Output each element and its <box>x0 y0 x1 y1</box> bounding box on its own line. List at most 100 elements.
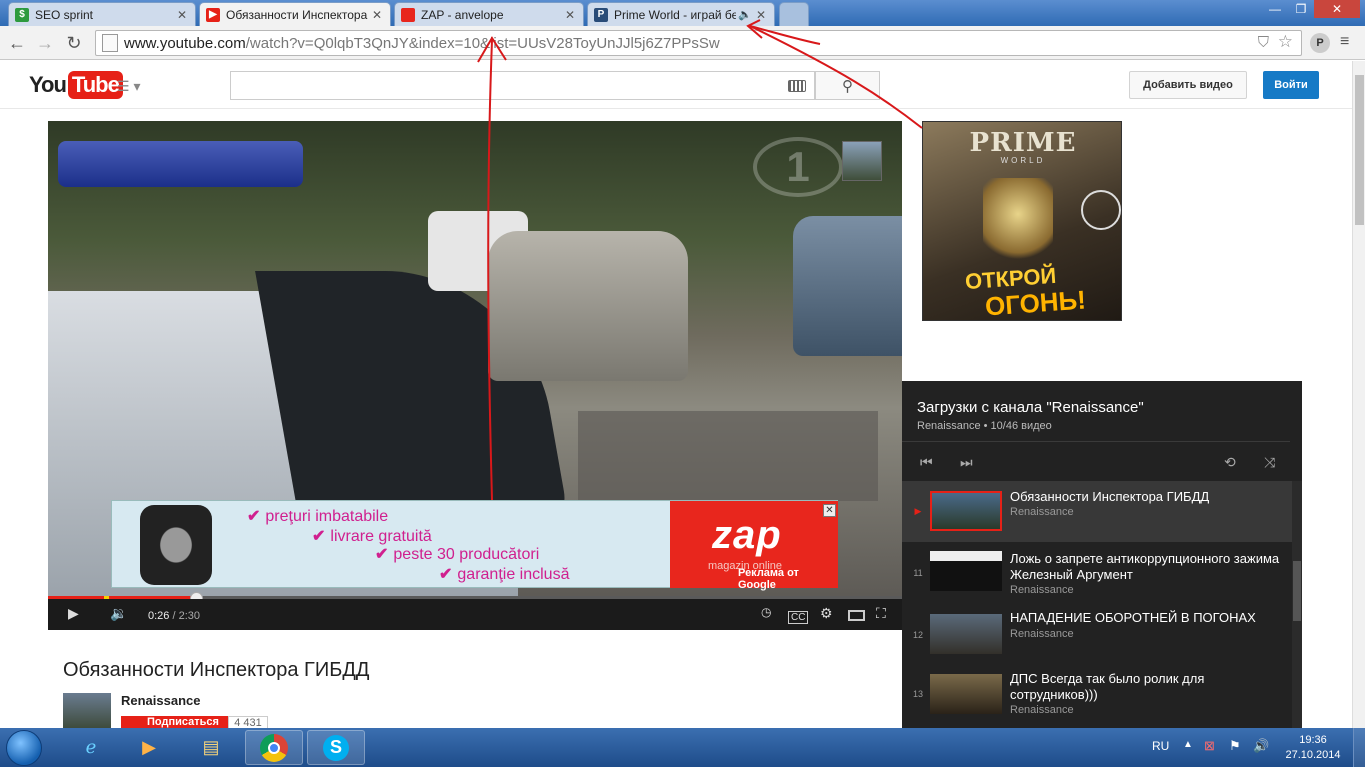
playlist-scrollbar-thumb[interactable] <box>1293 561 1301 621</box>
search-button[interactable]: ⚲ <box>815 71 880 100</box>
close-icon[interactable]: ✕ <box>563 8 577 22</box>
channel-name[interactable]: Renaissance <box>121 693 201 708</box>
channel-avatar[interactable] <box>63 693 111 729</box>
tab-seo-sprint[interactable]: $ SEO sprint ✕ <box>8 2 196 26</box>
ad-close-button[interactable]: ✕ <box>823 504 836 517</box>
forward-button[interactable]: → <box>34 32 56 54</box>
playlist-item[interactable]: ▶ Обязанности Инспектора ГИБДД Renaissan… <box>902 481 1292 542</box>
tab-youtube[interactable]: ▶ Обязанности Инспектора ✕ <box>199 2 391 26</box>
ad-cta-line: ОГОНЬ! <box>984 284 1087 321</box>
close-icon[interactable]: ✕ <box>754 8 768 22</box>
close-icon[interactable]: ✕ <box>175 8 189 22</box>
tab-prime-world[interactable]: P Prime World - играй бе 🔈 ✕ <box>587 2 775 26</box>
guide-menu-icon[interactable]: ☰ ▾ <box>117 78 140 95</box>
playlist-panel: Загрузки с канала "Renaissance" Renaissa… <box>902 381 1302 730</box>
video-thumbnail <box>930 491 1002 531</box>
reload-button[interactable]: ↻ <box>63 32 85 54</box>
ad-line: garanţie inclusă <box>457 566 570 583</box>
minimize-button[interactable]: — <box>1262 0 1288 18</box>
menu-icon[interactable]: ≡ <box>1340 33 1349 51</box>
playlist-item-title: Ложь о запрете антикоррупционного зажима… <box>1010 551 1280 582</box>
crosshair-icon <box>1081 190 1121 230</box>
page-scrollbar[interactable] <box>1352 61 1365 728</box>
playlist-title[interactable]: Загрузки с канала "Renaissance" <box>917 399 1144 416</box>
page-icon <box>102 34 118 52</box>
back-button[interactable]: ← <box>6 32 28 54</box>
play-icon[interactable]: ▶ <box>68 605 79 622</box>
action-center-icon[interactable]: ⚑ <box>1229 738 1241 754</box>
network-icon[interactable]: ⊠ <box>1204 738 1215 754</box>
page-scrollbar-thumb[interactable] <box>1355 75 1364 225</box>
next-icon[interactable]: ⏭ <box>960 454 973 471</box>
maximize-button[interactable]: ❐ <box>1288 0 1314 18</box>
shuffle-icon[interactable]: ⤨ <box>1264 454 1275 471</box>
video-thumbnail <box>930 551 1002 591</box>
playlist-item[interactable]: 11 Ложь о запрете антикоррупционного заж… <box>902 543 1292 604</box>
tire-image <box>140 505 212 585</box>
playlist-item[interactable]: 13 ДПС Всегда так было ролик для сотрудн… <box>902 668 1292 729</box>
watch-later-icon[interactable]: ◷ <box>761 605 771 619</box>
close-icon[interactable]: ✕ <box>370 8 384 22</box>
clock-time: 19:36 <box>1299 734 1327 746</box>
chrome-icon[interactable] <box>245 730 303 765</box>
explorer-folder-icon[interactable]: ▤ <box>182 730 240 765</box>
playlist-scrollbar[interactable] <box>1292 481 1302 730</box>
sign-in-button[interactable]: Войти <box>1263 71 1319 99</box>
extension-icon[interactable]: P <box>1310 33 1330 53</box>
playlist-item-channel: Renaissance <box>1010 506 1074 518</box>
clock-date: 27.10.2014 <box>1285 749 1341 761</box>
ad-brand-panel[interactable]: zap magazin online Реклама от Google <box>670 501 838 591</box>
internet-explorer-icon[interactable]: ℯ <box>62 730 120 765</box>
prime-world-ad[interactable]: PRIME WORLD ОТКРОЙ ОГОНЬ! <box>922 121 1122 321</box>
close-window-button[interactable]: ✕ <box>1314 0 1360 18</box>
upload-button[interactable]: Добавить видео <box>1129 71 1247 99</box>
tab-zap[interactable]: ZAP - anvelope ✕ <box>394 2 584 26</box>
start-button[interactable] <box>6 730 42 766</box>
tab-title: ZAP - anvelope <box>421 7 504 22</box>
zap-icon <box>401 7 415 22</box>
gear-icon[interactable]: ⚙ <box>820 605 833 622</box>
tray-expand-icon[interactable]: ▲ <box>1183 739 1193 750</box>
speaker-icon[interactable]: 🔈 <box>736 8 754 21</box>
police-light <box>58 141 303 187</box>
captions-icon[interactable]: CC <box>788 611 809 624</box>
playlist-item-channel: Renaissance <box>1010 628 1074 640</box>
loop-icon[interactable]: ⟲ <box>1224 454 1236 471</box>
language-indicator[interactable]: RU <box>1152 739 1169 753</box>
clock[interactable]: 19:36 27.10.2014 <box>1283 733 1343 763</box>
ad-google-label[interactable]: Реклама от Google <box>738 567 838 591</box>
keyboard-icon[interactable] <box>788 80 806 92</box>
volume-icon[interactable]: 🔉 <box>110 605 127 622</box>
youtube-logo[interactable]: You Tube <box>29 71 123 99</box>
video-player[interactable]: 1 ✔ preţuri imbatabile ✔ livrare gratuită … <box>48 121 902 630</box>
theater-mode-icon[interactable] <box>848 610 865 621</box>
search-field[interactable] <box>231 72 771 98</box>
skype-icon[interactable]: S <box>307 730 365 765</box>
zap-logo: zap <box>712 513 782 557</box>
playlist-item-title: НАПАДЕНИЕ ОБОРОТНЕЙ В ПОГОНАХ <box>1010 610 1256 625</box>
video-ad-overlay[interactable]: ✔ preţuri imbatabile ✔ livrare gratuită ✔ p… <box>111 500 838 591</box>
search-input[interactable] <box>230 71 815 100</box>
shield-icon[interactable]: ⛉ <box>1258 34 1269 51</box>
media-player-icon[interactable]: ▶ <box>120 730 178 765</box>
volume-tray-icon[interactable]: 🔊 <box>1253 738 1269 754</box>
robot-image <box>983 178 1053 268</box>
playlist-item[interactable]: 12 НАПАДЕНИЕ ОБОРОТНЕЙ В ПОГОНАХ Renaiss… <box>902 606 1292 667</box>
windows-taskbar: ℯ ▶ ▤ S RU ▲ ⊠ ⚑ 🔊 19:36 27.10.2014 <box>0 728 1365 767</box>
duration: / 2:30 <box>169 610 200 622</box>
address-bar[interactable]: www.youtube.com/watch?v=Q0lqbT3QnJY&inde… <box>95 30 1302 56</box>
playlist-item-title: Обязанности Инспектора ГИБДД <box>1010 489 1210 504</box>
channel-one-watermark: 1 <box>753 137 843 197</box>
channel-avatar-watermark[interactable] <box>842 141 882 181</box>
star-icon[interactable]: ☆ <box>1278 32 1293 52</box>
playlist-item-index: 11 <box>913 568 923 578</box>
playlist-item-index: 13 <box>912 689 923 699</box>
new-tab-button[interactable] <box>779 2 809 26</box>
browser-tabstrip: $ SEO sprint ✕ ▶ Обязанности Инспектора … <box>0 0 1365 26</box>
tab-title: Prime World - играй бе <box>614 7 736 22</box>
show-desktop-button[interactable] <box>1353 728 1365 767</box>
fullscreen-icon[interactable]: ⛶ <box>876 605 886 622</box>
url-host: www.youtube.com <box>124 34 246 52</box>
tab-title: Обязанности Инспектора <box>226 7 368 22</box>
previous-icon[interactable]: ⏮ <box>920 454 933 471</box>
